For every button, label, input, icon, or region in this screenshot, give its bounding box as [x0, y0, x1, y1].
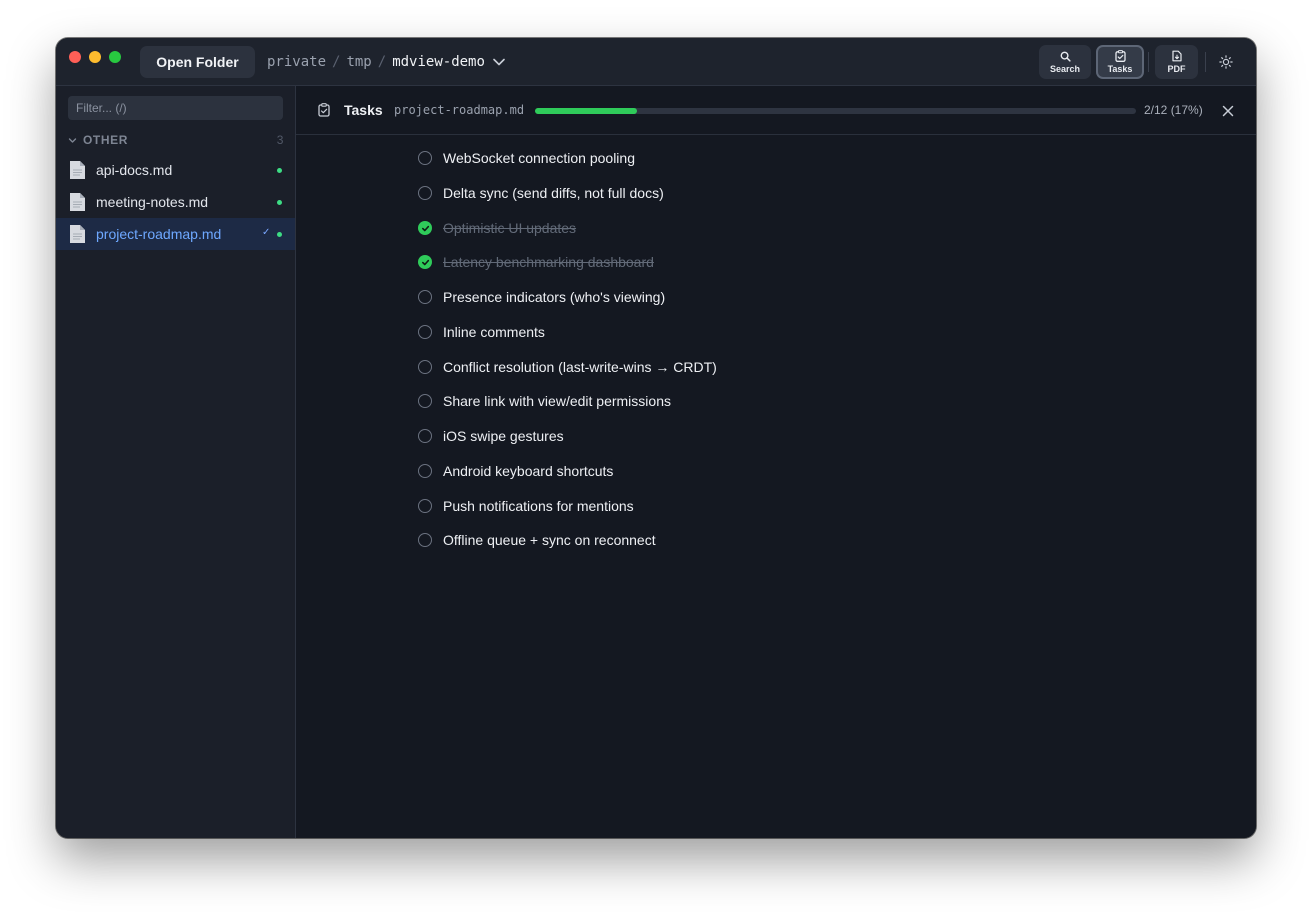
- pdf-button[interactable]: PDF: [1155, 45, 1198, 79]
- modified-indicator: [277, 232, 282, 237]
- search-button-label: Search: [1049, 63, 1081, 74]
- section-header-other[interactable]: OTHER 3: [68, 132, 284, 148]
- clipboard-check-icon: [318, 103, 330, 122]
- task-checkbox[interactable]: [418, 151, 432, 165]
- breadcrumb-segment[interactable]: tmp: [346, 54, 371, 70]
- title-bar: Open Folder private / tmp / mdview-demo …: [56, 38, 1256, 86]
- task-item[interactable]: Conflict resolution (last-write-wins → C…: [418, 357, 717, 377]
- task-text: Push notifications for mentions: [443, 498, 634, 514]
- task-text: Delta sync (send diffs, not full docs): [443, 185, 664, 201]
- app-window: Open Folder private / tmp / mdview-demo …: [56, 38, 1256, 838]
- file-name: project-roadmap.md: [96, 226, 222, 242]
- tasks-header: Tasks project-roadmap.md 2/12 (17%): [296, 86, 1256, 135]
- breadcrumb: private / tmp / mdview-demo: [267, 38, 505, 86]
- file-icon: [69, 192, 86, 212]
- sun-icon: [1219, 55, 1233, 69]
- window-minimize-button[interactable]: [89, 51, 101, 63]
- checkmark-icon: ✓: [262, 227, 271, 238]
- search-icon: [1060, 51, 1071, 62]
- task-item[interactable]: Optimistic UI updates: [418, 218, 576, 238]
- search-button[interactable]: Search: [1039, 45, 1091, 79]
- tasks-progress-bar: [535, 108, 1136, 114]
- task-text: WebSocket connection pooling: [443, 150, 635, 166]
- file-item-meeting-notes[interactable]: meeting-notes.md: [56, 186, 295, 218]
- section-label: OTHER: [83, 133, 128, 147]
- pdf-button-label: PDF: [1167, 64, 1186, 74]
- task-checkbox[interactable]: [418, 533, 432, 547]
- file-name: meeting-notes.md: [96, 194, 209, 210]
- chevron-down-icon[interactable]: [493, 58, 505, 66]
- section-count: 3: [276, 133, 284, 147]
- task-checkbox[interactable]: [418, 499, 432, 513]
- close-icon[interactable]: [1221, 104, 1235, 118]
- task-item[interactable]: Push notifications for mentions: [418, 496, 634, 516]
- task-item[interactable]: Share link with view/edit permissions: [418, 391, 671, 411]
- task-text: Presence indicators (who's viewing): [443, 289, 666, 305]
- file-icon: [69, 224, 86, 244]
- breadcrumb-separator: /: [377, 54, 387, 70]
- task-item[interactable]: Presence indicators (who's viewing): [418, 287, 665, 307]
- pdf-icon: [1171, 50, 1182, 62]
- window-close-button[interactable]: [69, 51, 81, 63]
- task-text: Offline queue + sync on reconnect: [443, 532, 656, 548]
- task-checkbox[interactable]: [418, 464, 432, 478]
- tasks-progress-label: 2/12 (17%): [1144, 103, 1203, 117]
- checkmark-icon: [421, 259, 429, 265]
- modified-indicator: [277, 168, 282, 173]
- task-text: iOS swipe gestures: [443, 428, 564, 444]
- task-checkbox[interactable]: [418, 360, 432, 374]
- task-checkbox[interactable]: [418, 325, 432, 339]
- tasks-title: Tasks: [344, 102, 383, 118]
- window-maximize-button[interactable]: [109, 51, 121, 63]
- task-item[interactable]: Inline comments: [418, 322, 545, 342]
- task-text: Inline comments: [443, 324, 545, 340]
- task-item[interactable]: Latency benchmarking dashboard: [418, 252, 654, 272]
- file-item-api-docs[interactable]: api-docs.md: [56, 154, 295, 186]
- filter-input[interactable]: [68, 96, 283, 120]
- breadcrumb-separator: /: [332, 54, 341, 70]
- main-content: Tasks project-roadmap.md 2/12 (17%) WebS…: [296, 86, 1256, 838]
- file-item-project-roadmap[interactable]: project-roadmap.md ✓: [56, 218, 295, 250]
- tasks-progress-fill: [535, 108, 638, 114]
- checkmark-icon: [421, 225, 429, 231]
- task-item[interactable]: Offline queue + sync on reconnect: [418, 530, 656, 550]
- task-checkbox-checked[interactable]: [418, 255, 432, 269]
- sidebar: OTHER 3 api-docs.md meeting-notes.md pro…: [56, 86, 296, 838]
- task-checkbox[interactable]: [418, 186, 432, 200]
- chevron-down-icon: [68, 137, 77, 143]
- task-checkbox[interactable]: [418, 290, 432, 304]
- toolbar-divider: [1205, 52, 1206, 72]
- task-text: Optimistic UI updates: [443, 220, 577, 236]
- task-checkbox[interactable]: [418, 394, 432, 408]
- task-text: Android keyboard shortcuts: [443, 463, 614, 479]
- tasks-button[interactable]: Tasks: [1096, 45, 1144, 79]
- task-item[interactable]: WebSocket connection pooling: [418, 148, 635, 168]
- task-item[interactable]: Delta sync (send diffs, not full docs): [418, 183, 664, 203]
- task-text: Share link with view/edit permissions: [443, 393, 671, 409]
- toolbar-divider: [1148, 52, 1149, 72]
- tasks-icon: [1114, 50, 1126, 62]
- open-folder-button[interactable]: Open Folder: [140, 46, 255, 78]
- tasks-file-name: project-roadmap.md: [394, 103, 525, 117]
- task-item[interactable]: iOS swipe gestures: [418, 426, 564, 446]
- modified-indicator: [277, 200, 282, 205]
- breadcrumb-current-folder[interactable]: mdview-demo: [392, 54, 485, 70]
- task-text: Latency benchmarking dashboard: [443, 254, 654, 270]
- task-text: Conflict resolution (last-write-wins → C…: [443, 359, 717, 375]
- task-checkbox[interactable]: [418, 429, 432, 443]
- file-icon: [69, 160, 86, 180]
- breadcrumb-segment[interactable]: private: [267, 54, 326, 70]
- task-item[interactable]: Android keyboard shortcuts: [418, 461, 613, 481]
- tasks-button-label: Tasks: [1107, 64, 1133, 74]
- file-name: api-docs.md: [96, 162, 173, 178]
- task-checkbox-checked[interactable]: [418, 221, 432, 235]
- theme-toggle-button[interactable]: [1216, 52, 1236, 72]
